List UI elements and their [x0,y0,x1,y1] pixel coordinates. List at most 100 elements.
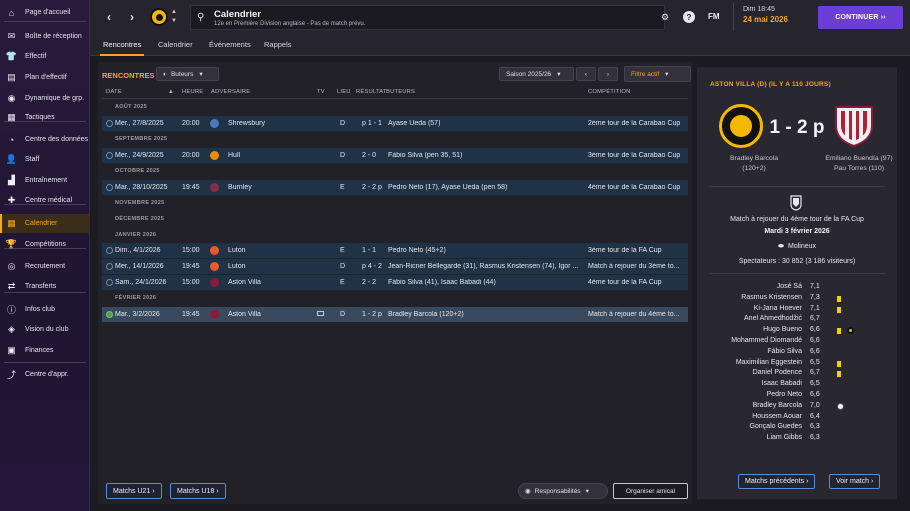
u18-matches-button[interactable]: Matchs U18 › [170,483,226,499]
fixture-row[interactable]: Mer., 27/8/2025 20:00 Shrewsbury Dp 1 - 1 Ay… [102,116,688,131]
sidebar-item-finances[interactable]: ▣ Finances [0,341,90,360]
date-display[interactable]: Dim 18:45 24 mai 2026 [733,3,815,31]
fixture-row[interactable]: Mar., 3/2/2026 19:45 Aston Villa D 1 - 2 p Br… [102,307,688,322]
player-rating-row[interactable]: Fábio Silva 6,6 [697,348,897,358]
sidebar-item-training[interactable]: ▟ Entraînement [0,171,90,190]
fixture-competition[interactable]: Match à rejouer du 4ème to... [588,311,688,318]
fixture-competition[interactable]: 3ème tour de la FA Cup [588,247,688,254]
col-time[interactable]: HEURE [182,89,203,95]
fixture-opponent[interactable]: Shrewsbury [228,120,308,127]
away-club-badge[interactable] [834,104,874,148]
sidebar-item-tactics[interactable]: ▦ Tactiques [0,108,90,127]
row-select-icon[interactable] [106,120,113,127]
col-date[interactable]: DATE [106,89,122,95]
row-select-icon[interactable] [106,279,113,286]
sidebar-item-scouting[interactable]: ◎ Recrutement [0,257,90,276]
player-rating-row[interactable]: Gonçalo Guedes 6,3 [697,423,897,433]
fixture-row[interactable]: Mar., 28/10/2025 19:45 Burnley E 2 - 2 p Pedr… [102,180,688,195]
player-rating-row[interactable]: José Sá 7,1 [697,283,897,293]
row-select-icon[interactable] [106,184,113,191]
season-select[interactable]: Saison 2025/26 ▾ [499,67,574,81]
player-rating-row[interactable]: Liam Gibbs 6,3 [697,434,897,444]
fixture-opponent[interactable]: Aston Villa [228,279,308,286]
fixture-competition[interactable]: 2ème tour de la Carabao Cup [588,120,688,127]
view-match-button[interactable]: Voir match › [829,474,881,489]
sidebar-item-trophy[interactable]: 🏆 Compétitions [0,235,90,254]
sidebar-item-home[interactable]: ⌂ Page d'accueil [0,3,90,22]
fixture-result: p 1 - 1 [362,120,382,127]
sidebar-item-dynamics[interactable]: ◉ Dynamique de grp. [0,89,90,108]
player-rating-row[interactable]: Bradley Barcola 7,0 [697,402,897,412]
back-button[interactable]: ‹ [98,5,120,29]
previous-matches-button[interactable]: Matchs précédents › [738,474,816,489]
continue-button[interactable]: CONTINUER ›› [818,6,903,29]
sidebar-item-medical[interactable]: ✚ Centre médical [0,191,90,210]
fixture-opponent[interactable]: Hull [228,152,308,159]
player-rating-row[interactable]: Ki-Jana Hoever 7,1 [697,305,897,315]
next-season-button[interactable]: › [598,67,618,81]
sort-arrow-icon[interactable]: ▲ [168,89,174,95]
fixture-competition[interactable]: 4ème tour de la FA Cup [588,279,688,286]
player-rating-row[interactable]: Maximilian Eggestein 6,5 [697,359,897,369]
trophy-icon: 🏆 [5,239,18,249]
player-rating-row[interactable]: Anel Ahmedhodžić 6,7 [697,315,897,325]
u21-matches-button[interactable]: Matchs U21 › [106,483,162,499]
club-switcher[interactable]: ▲ ▼ [170,8,178,26]
col-result[interactable]: RÉSULTAT [356,89,387,95]
row-select-icon[interactable] [106,152,113,159]
squad-plan-icon: ▤ [7,72,16,82]
fixture-competition[interactable]: 3ème tour de la Carabao Cup [588,152,688,159]
player-rating-row[interactable]: Hugo Bueno 6,6 [697,326,897,336]
sidebar-item-club-info[interactable]: ⓘ Infos club [0,300,90,319]
player-rating-row[interactable]: Mohammed Diomandé 6,6 [697,337,897,347]
fixture-competition[interactable]: Match à rejouer du 3ème to... [588,263,688,270]
tab-rappels[interactable]: Rappels [264,40,292,49]
player-rating-row[interactable]: Rasmus Kristensen 7,3 [697,294,897,304]
player-rating-row[interactable]: Isaac Babadi 6,5 [697,380,897,390]
sidebar-item-club-vision[interactable]: ◈ Vision du club [0,320,90,339]
player-rating-row[interactable]: Daniel Podence 6,7 [697,369,897,379]
forward-button[interactable]: › [121,5,143,29]
organize-friendly-button[interactable]: Organiser amical [613,483,688,499]
row-select-icon[interactable] [106,263,113,270]
fixture-row[interactable]: Mer., 14/1/2026 19:45 Luton Dp 4 - 2 Jean-Ri… [102,259,688,274]
active-filter-button[interactable]: Filtre actif ▾ [624,66,691,82]
help-icon[interactable]: ? [683,11,695,23]
sidebar-item-squad-plan[interactable]: ▤ Plan d'effectif [0,68,90,87]
tab-evenements[interactable]: Événements [209,40,251,49]
col-scorers[interactable]: BUTEURS [386,89,415,95]
player-rating-row[interactable]: Houssem Aouar 6,4 [697,413,897,423]
fm-logo[interactable]: FM [708,12,720,21]
fixture-row[interactable]: Sam., 24/1/2026 15:00 Aston Villa E 2 - 2 Fáb… [102,275,688,290]
sidebar-item-squad[interactable]: 👕 Effectif [0,47,90,66]
col-opponent[interactable]: ADVERSAIRE [211,89,250,95]
club-badge[interactable] [150,8,168,26]
fixture-opponent[interactable]: Luton [228,247,308,254]
page-title-box[interactable]: ⚲ Calendrier 12e en Première Division an… [190,5,665,30]
row-select-icon[interactable] [106,311,113,318]
sidebar-item-data[interactable]: ◔ Centre des données [0,130,90,149]
sidebar-item-staff[interactable]: 👤 Staff [0,150,90,169]
fixture-row[interactable]: Dim., 4/1/2026 15:00 Luton E 1 - 1 Pedro Neto… [102,243,688,258]
sidebar-item-transfers[interactable]: ⇄ Transferts [0,277,90,296]
row-select-icon[interactable] [106,247,113,254]
tab-rencontres[interactable]: Rencontres [99,40,145,56]
fixture-competition[interactable]: 4ème tour de la Carabao Cup [588,184,688,191]
sidebar-item-inbox[interactable]: ✉ Boîte de réception [0,27,90,46]
fixture-opponent[interactable]: Luton [228,263,308,270]
home-club-badge[interactable] [719,104,763,148]
fixture-opponent[interactable]: Burnley [228,184,308,191]
fixture-opponent[interactable]: Aston Villa [228,311,308,318]
settings-icon[interactable]: ⚙ [658,10,672,24]
sidebar-item-learning[interactable]: ⤴ Centre d'appr. [0,365,90,384]
sidebar-item-calendar[interactable]: ▦ Calendrier [0,214,90,233]
col-venue[interactable]: LIEU [337,89,351,95]
responsibilities-button[interactable]: ◉ Responsabilités ▾ [518,483,608,499]
scorers-filter-button[interactable]: ◐ Buteurs ▾ [156,67,219,81]
player-rating-row[interactable]: Pedro Neto 6,6 [697,391,897,401]
fixture-row[interactable]: Mer., 24/9/2025 20:00 Hull D 2 - 0 Fábio Silv… [102,148,688,163]
prev-season-button[interactable]: ‹ [576,67,596,81]
tab-calendrier[interactable]: Calendrier [158,40,193,49]
col-competition[interactable]: COMPÉTITION [588,89,630,95]
col-tv[interactable]: TV [317,89,325,95]
